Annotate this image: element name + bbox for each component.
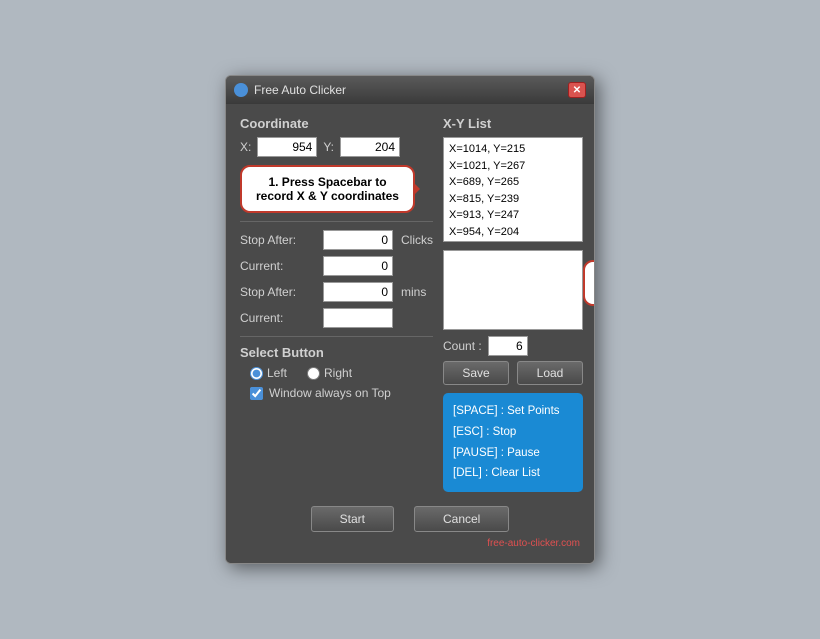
coordinate-row: X: Y: bbox=[240, 137, 433, 157]
window-top-checkbox[interactable] bbox=[250, 387, 263, 400]
divider1 bbox=[240, 221, 433, 222]
radio-left-label: Left bbox=[267, 366, 287, 380]
radio-left[interactable]: Left bbox=[250, 366, 287, 380]
xy-entry-0: X=1014, Y=215 bbox=[449, 141, 577, 158]
current-mins-input[interactable] bbox=[323, 308, 393, 328]
left-column: Coordinate X: Y: 1. Press Spacebar to re… bbox=[240, 116, 433, 492]
current-mins-row: Current: bbox=[240, 308, 433, 328]
bottom-buttons: Start Cancel bbox=[240, 506, 580, 532]
current-mins-label: Current: bbox=[240, 311, 315, 325]
y-label: Y: bbox=[323, 140, 334, 154]
callout-spacebar: 1. Press Spacebar to record X & Y coordi… bbox=[240, 165, 415, 213]
radio-left-input[interactable] bbox=[250, 367, 263, 380]
load-button[interactable]: Load bbox=[517, 361, 583, 385]
stop-after-mins-input[interactable] bbox=[323, 282, 393, 302]
select-button-section: Select Button Left Right Window bbox=[240, 345, 433, 400]
close-button[interactable]: ✕ bbox=[568, 82, 586, 98]
callout-spacebar-line1: 1. Press Spacebar to bbox=[254, 175, 401, 189]
xy-list-box: X=1014, Y=215 X=1021, Y=267 X=689, Y=265… bbox=[443, 137, 583, 242]
xy-entry-3: X=815, Y=239 bbox=[449, 191, 577, 208]
stop-after-mins-row: Stop After: mins bbox=[240, 282, 433, 302]
callout-spacebar-line2: record X & Y coordinates bbox=[254, 189, 401, 203]
count-label: Count : bbox=[443, 339, 482, 353]
mins-unit: mins bbox=[401, 285, 426, 299]
title-bar: Free Auto Clicker ✕ bbox=[226, 76, 594, 104]
callout-clicks: The specific click points displayed bbox=[583, 260, 595, 306]
radio-row: Left Right bbox=[240, 366, 433, 380]
current-clicks-row: Current: bbox=[240, 256, 433, 276]
window-title: Free Auto Clicker bbox=[254, 83, 346, 97]
title-bar-left: Free Auto Clicker bbox=[234, 83, 346, 97]
xy-entry-4: X=913, Y=247 bbox=[449, 207, 577, 224]
hotkey-del: [DEL] : Clear List bbox=[453, 463, 573, 484]
clicks-area: The specific click points displayed bbox=[443, 250, 583, 330]
count-input[interactable] bbox=[488, 336, 528, 356]
x-input[interactable] bbox=[257, 137, 317, 157]
footer-link[interactable]: free-auto-clicker.com bbox=[240, 538, 580, 551]
xy-entry-2: X=689, Y=265 bbox=[449, 174, 577, 191]
start-button[interactable]: Start bbox=[311, 506, 394, 532]
current-clicks-label: Current: bbox=[240, 259, 315, 273]
radio-right-label: Right bbox=[324, 366, 352, 380]
right-middle-section: The specific click points displayed bbox=[443, 250, 583, 330]
xy-entry-1: X=1021, Y=267 bbox=[449, 158, 577, 175]
current-clicks-input[interactable] bbox=[323, 256, 393, 276]
hotkey-pause: [PAUSE] : Pause bbox=[453, 443, 573, 464]
stop-after-mins-label: Stop After: bbox=[240, 285, 315, 299]
x-label: X: bbox=[240, 140, 251, 154]
checkbox-row: Window always on Top bbox=[240, 386, 433, 400]
save-button[interactable]: Save bbox=[443, 361, 509, 385]
clicks-box bbox=[443, 250, 583, 330]
radio-right-input[interactable] bbox=[307, 367, 320, 380]
window-top-label: Window always on Top bbox=[269, 386, 391, 400]
stop-after-clicks-row: Stop After: Clicks bbox=[240, 230, 433, 250]
count-row: Count : bbox=[443, 336, 583, 356]
coordinate-section-label: Coordinate bbox=[240, 116, 433, 131]
content-area: Coordinate X: Y: 1. Press Spacebar to re… bbox=[226, 104, 594, 563]
xy-list-section-label: X-Y List bbox=[443, 116, 583, 131]
cancel-button[interactable]: Cancel bbox=[414, 506, 509, 532]
right-column: X-Y List X=1014, Y=215 X=1021, Y=267 X=6… bbox=[443, 116, 583, 492]
save-load-row: Save Load bbox=[443, 361, 583, 385]
clicks-unit: Clicks bbox=[401, 233, 433, 247]
select-button-label: Select Button bbox=[240, 345, 433, 360]
divider2 bbox=[240, 336, 433, 337]
main-window: Free Auto Clicker ✕ Coordinate X: Y: 1. … bbox=[225, 75, 595, 564]
stop-after-clicks-label: Stop After: bbox=[240, 233, 315, 247]
hotkeys-box: [SPACE] : Set Points [ESC] : Stop [PAUSE… bbox=[443, 393, 583, 492]
xy-entry-5: X=954, Y=204 bbox=[449, 224, 577, 241]
main-layout: Coordinate X: Y: 1. Press Spacebar to re… bbox=[240, 116, 580, 492]
stop-after-clicks-input[interactable] bbox=[323, 230, 393, 250]
callout-wrapper: The specific click points displayed bbox=[593, 260, 595, 306]
radio-right[interactable]: Right bbox=[307, 366, 352, 380]
hotkey-esc: [ESC] : Stop bbox=[453, 422, 573, 443]
y-input[interactable] bbox=[340, 137, 400, 157]
app-icon bbox=[234, 83, 248, 97]
hotkey-space: [SPACE] : Set Points bbox=[453, 401, 573, 422]
